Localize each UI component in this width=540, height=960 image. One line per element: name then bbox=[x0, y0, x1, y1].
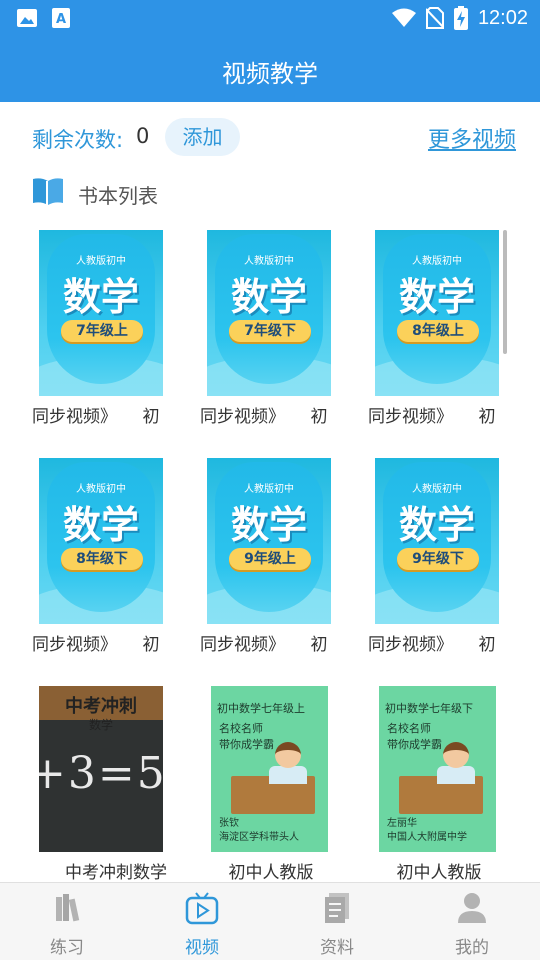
book-caption: 同步视频》 初 bbox=[32, 635, 160, 655]
cover-publisher: 人教版初中 bbox=[76, 256, 126, 267]
cover-subject: 数学 bbox=[398, 503, 475, 547]
book-cover: 人教版初中 数学 8年级上 bbox=[375, 230, 499, 396]
section-title: 书本列表 bbox=[78, 184, 158, 208]
book-card[interactable]: 人教版初中 数学 7年级上 同步视频》 初 bbox=[32, 228, 200, 456]
nav-item-practice[interactable]: 练习 bbox=[22, 891, 112, 958]
nav-label: 我的 bbox=[455, 938, 489, 958]
book-cover: 人教版初中 数学 7年级下 bbox=[207, 230, 331, 396]
cover-formula: +3=5 bbox=[39, 748, 163, 799]
user-icon bbox=[458, 893, 486, 923]
book-card[interactable]: 人教版初中 数学 8年级上 同步视频》 初 bbox=[368, 228, 536, 456]
cover-tagline: 带你成学霸 bbox=[219, 738, 274, 751]
wifi-icon bbox=[391, 8, 416, 27]
book-cover: 人教版初中 数学 9年级上 bbox=[207, 458, 331, 624]
cover-subject: 数学 bbox=[62, 503, 139, 547]
status-time: 12:02 bbox=[477, 6, 528, 29]
cover-subject: 数学 bbox=[398, 275, 475, 319]
remaining-row: 剩余次数: 0 添加 更多视频 bbox=[0, 114, 540, 160]
cover-grade: 9年级上 bbox=[229, 548, 311, 570]
nav-label: 视频 bbox=[185, 938, 219, 958]
book-card[interactable]: 中考冲刺 数学 +3=5 中考冲刺数学 bbox=[32, 684, 200, 883]
book-card[interactable]: 人教版初中 数学 8年级下 同步视频》 初 bbox=[32, 456, 200, 684]
remaining-count: 0 bbox=[136, 124, 150, 148]
tv-play-icon bbox=[185, 892, 219, 925]
cover-grade: 9年级下 bbox=[397, 548, 479, 570]
book-cover: 人教版初中 数学 9年级下 bbox=[375, 458, 499, 624]
cover-grade: 7年级下 bbox=[229, 320, 311, 342]
cover-teacher: 左丽华 bbox=[387, 818, 417, 829]
cover-publisher: 人教版初中 bbox=[244, 484, 294, 495]
cover-school: 海淀区学科带头人 bbox=[219, 832, 299, 843]
cover-title: 中考冲刺 bbox=[65, 696, 137, 717]
cover-tagline: 带你成学霸 bbox=[387, 738, 442, 751]
cover-publisher: 人教版初中 bbox=[412, 484, 462, 495]
more-videos-link[interactable]: 更多视频 bbox=[428, 122, 516, 154]
book-caption: 同步视频》 初 bbox=[200, 635, 328, 655]
book-cover: 人教版初中 数学 7年级上 bbox=[39, 230, 163, 396]
cover-title: 初中数学七年级下 bbox=[385, 702, 473, 715]
cover-subject: 数学 bbox=[230, 503, 307, 547]
page-title: 视频教学 bbox=[222, 60, 318, 88]
cover-school: 中国人大附属中学 bbox=[387, 832, 467, 843]
cover-publisher: 人教版初中 bbox=[76, 484, 126, 495]
cover-publisher: 人教版初中 bbox=[244, 256, 294, 267]
status-bar: A 12:02 bbox=[0, 0, 540, 38]
book-card[interactable]: 人教版初中 数学 9年级下 同步视频》 初 bbox=[368, 456, 536, 684]
book-caption: 同步视频》 初 bbox=[368, 407, 496, 427]
cover-publisher: 人教版初中 bbox=[412, 256, 462, 267]
scrollbar-thumb[interactable] bbox=[503, 230, 507, 354]
open-book-icon bbox=[33, 178, 63, 205]
add-button[interactable]: 添加 bbox=[165, 118, 240, 156]
image-notification-icon bbox=[17, 9, 37, 27]
document-icon bbox=[325, 893, 349, 923]
book-card[interactable]: 人教版初中 数学 7年级下 同步视频》 初 bbox=[200, 228, 368, 456]
cover-teacher: 张钦 bbox=[219, 818, 239, 829]
cover-tagline: 名校名师 bbox=[387, 722, 431, 735]
cover-subject: 数学 bbox=[88, 718, 113, 732]
cover-grade: 8年级下 bbox=[61, 548, 143, 570]
nav-label: 练习 bbox=[50, 938, 84, 958]
book-caption: 初中人教版 bbox=[228, 863, 314, 883]
book-card[interactable]: 人教版初中 数学 9年级上 同步视频》 初 bbox=[200, 456, 368, 684]
no-sim-icon bbox=[425, 7, 444, 29]
book-caption: 中考冲刺数学 bbox=[65, 863, 167, 883]
book-cover: 中考冲刺 数学 +3=5 bbox=[39, 686, 163, 852]
book-grid: 人教版初中 数学 7年级上 同步视频》 初 人教版初中 数学 7年级下 同步视频… bbox=[0, 228, 540, 883]
font-notification-icon: A bbox=[52, 8, 70, 28]
book-card[interactable]: 初中数学七年级下 名校名师 带你成学霸 左丽华 中国人大附属中学 初中人教版 bbox=[375, 684, 540, 883]
cover-subject: 数学 bbox=[62, 275, 139, 319]
book-cover: 初中数学七年级上 名校名师 带你成学霸 张钦 海淀区学科带头人 bbox=[211, 686, 328, 852]
nav-item-video[interactable]: 视频 bbox=[157, 891, 247, 958]
cover-tagline: 名校名师 bbox=[219, 722, 263, 735]
cover-grade: 8年级上 bbox=[397, 320, 479, 342]
nav-item-mine[interactable]: 我的 bbox=[427, 891, 517, 958]
bottom-nav: 练习 视频 资料 我的 bbox=[0, 882, 540, 960]
book-cover: 人教版初中 数学 8年级下 bbox=[39, 458, 163, 624]
book-caption: 同步视频》 初 bbox=[368, 635, 496, 655]
books-icon bbox=[56, 894, 80, 922]
battery-charging-icon bbox=[453, 6, 468, 30]
book-caption: 同步视频》 初 bbox=[32, 407, 160, 427]
cover-title: 初中数学七年级上 bbox=[217, 702, 305, 715]
remaining-label: 剩余次数: bbox=[32, 128, 124, 152]
nav-item-materials[interactable]: 资料 bbox=[292, 891, 382, 958]
book-cover: 初中数学七年级下 名校名师 带你成学霸 左丽华 中国人大附属中学 bbox=[379, 686, 496, 852]
book-card[interactable]: 初中数学七年级上 名校名师 带你成学霸 张钦 海淀区学科带头人 初中人教版 bbox=[207, 684, 375, 883]
svg-text:A: A bbox=[56, 12, 66, 27]
cover-subject: 数学 bbox=[230, 275, 307, 319]
book-caption: 初中人教版 bbox=[396, 863, 482, 883]
book-caption: 同步视频》 初 bbox=[200, 407, 328, 427]
nav-label: 资料 bbox=[320, 938, 354, 958]
cover-grade: 7年级上 bbox=[61, 320, 143, 342]
app-bar: 视频教学 bbox=[0, 38, 540, 102]
